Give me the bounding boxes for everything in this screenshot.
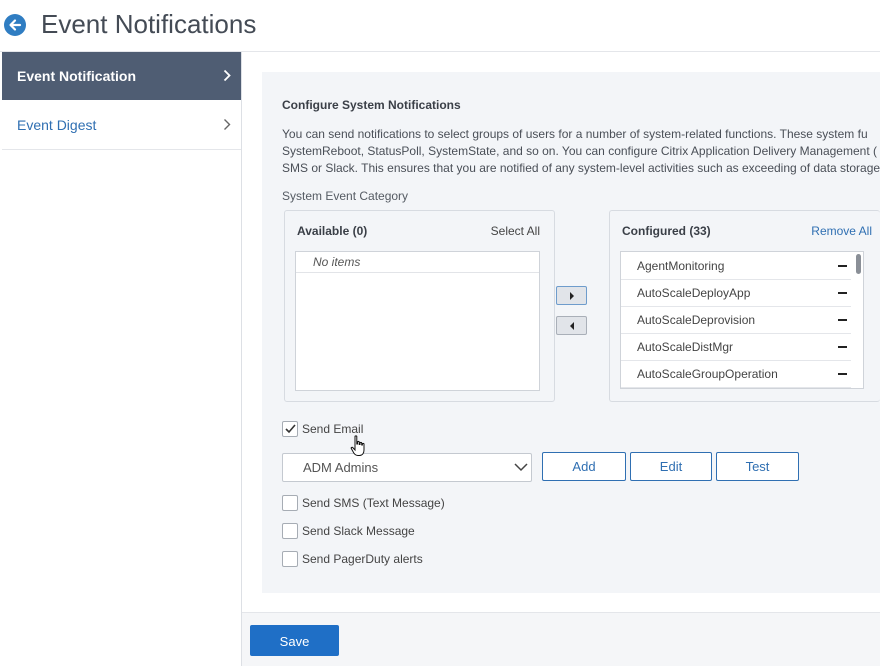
checkbox[interactable]: [282, 551, 298, 567]
sidebar-item-label: Event Digest: [17, 117, 97, 133]
available-list-title: Available (0): [297, 224, 368, 238]
list-item-label: AutoScaleGroupOperation: [637, 367, 778, 381]
list-item[interactable]: AutoScaleDeployApp: [621, 280, 851, 307]
configured-list-box: Configured (33) Remove All AgentMonitori…: [609, 210, 880, 402]
minus-icon[interactable]: [838, 292, 847, 294]
configured-list[interactable]: AgentMonitoring AutoScaleDeployApp AutoS…: [620, 251, 864, 389]
section-title: Configure System Notifications: [282, 98, 461, 112]
scrollbar-thumb[interactable]: [856, 254, 861, 274]
list-item-label: AutoScaleDistMgr: [637, 340, 734, 354]
test-button[interactable]: Test: [716, 452, 799, 481]
available-list-box: Available (0) Select All No items: [284, 210, 555, 402]
email-distribution-list-select[interactable]: ADM Admins: [282, 453, 532, 482]
system-event-category-label: System Event Category: [282, 189, 409, 203]
footer-bar: Save: [242, 612, 880, 666]
list-item-label: AutoScaleDeployApp: [637, 286, 751, 300]
send-slack-checkbox[interactable]: Send Slack Message: [282, 523, 432, 539]
remove-all-link[interactable]: Remove All: [811, 224, 872, 238]
sidebar-item-event-notification[interactable]: Event Notification: [2, 52, 241, 100]
section-description: You can send notifications to select gro…: [282, 126, 880, 177]
minus-icon[interactable]: [838, 319, 847, 321]
sidebar: Event Notification Event Digest: [0, 52, 242, 666]
send-pagerduty-checkbox[interactable]: Send PagerDuty alerts: [282, 551, 442, 567]
description-line: SystemReboot, StatusPoll, SystemState, a…: [282, 144, 877, 158]
checkbox-label: Send Slack Message: [302, 524, 415, 538]
chevron-right-icon: [224, 119, 231, 130]
minus-icon[interactable]: [838, 373, 847, 375]
arrow-left-icon: [9, 19, 22, 31]
checkbox[interactable]: [282, 495, 298, 511]
caret-right-icon: [570, 292, 574, 300]
list-item[interactable]: AutoScaleGroupOperation: [621, 361, 851, 388]
select-value: ADM Admins: [303, 460, 379, 475]
checkbox-label: Send SMS (Text Message): [302, 496, 445, 510]
list-item-label: AgentMonitoring: [637, 259, 725, 273]
minus-icon[interactable]: [838, 346, 847, 348]
minus-icon[interactable]: [838, 265, 847, 267]
move-right-button[interactable]: [556, 286, 587, 305]
list-item[interactable]: AutoScaleDistMgr: [621, 334, 851, 361]
page: Event Notifications Event Notification E…: [0, 0, 880, 666]
hand-pointer-icon: [350, 435, 365, 456]
checkbox[interactable]: [282, 421, 298, 437]
caret-left-icon: [570, 322, 574, 330]
description-line: SMS or Slack. This ensures that you are …: [282, 161, 880, 175]
edit-button[interactable]: Edit: [630, 452, 712, 481]
send-sms-checkbox[interactable]: Send SMS (Text Message): [282, 495, 452, 511]
list-item[interactable]: AutoScaleDeprovision: [621, 307, 851, 334]
list-item-label: AutoScaleDeprovision: [637, 313, 756, 327]
header: Event Notifications: [0, 0, 880, 52]
notification-settings-panel: Configure System Notifications You can s…: [262, 72, 880, 593]
checkbox[interactable]: [282, 523, 298, 539]
sidebar-item-label: Event Notification: [17, 68, 137, 84]
available-list[interactable]: No items: [295, 251, 540, 391]
back-button[interactable]: [4, 14, 26, 36]
select-all-link[interactable]: Select All: [491, 224, 540, 238]
chevron-down-icon: [514, 463, 528, 472]
checkmark-icon: [285, 424, 296, 434]
sidebar-item-event-digest[interactable]: Event Digest: [2, 101, 241, 150]
configured-list-title: Configured (33): [622, 224, 711, 238]
move-left-button[interactable]: [556, 316, 587, 335]
page-title: Event Notifications: [41, 9, 257, 39]
chevron-right-icon: [223, 69, 231, 82]
checkbox-label: Send PagerDuty alerts: [302, 552, 423, 566]
no-items-placeholder: No items: [296, 252, 539, 273]
add-button[interactable]: Add: [542, 452, 626, 481]
list-item[interactable]: AgentMonitoring: [621, 253, 851, 280]
save-button[interactable]: Save: [250, 625, 339, 656]
description-line: You can send notifications to select gro…: [282, 127, 868, 141]
